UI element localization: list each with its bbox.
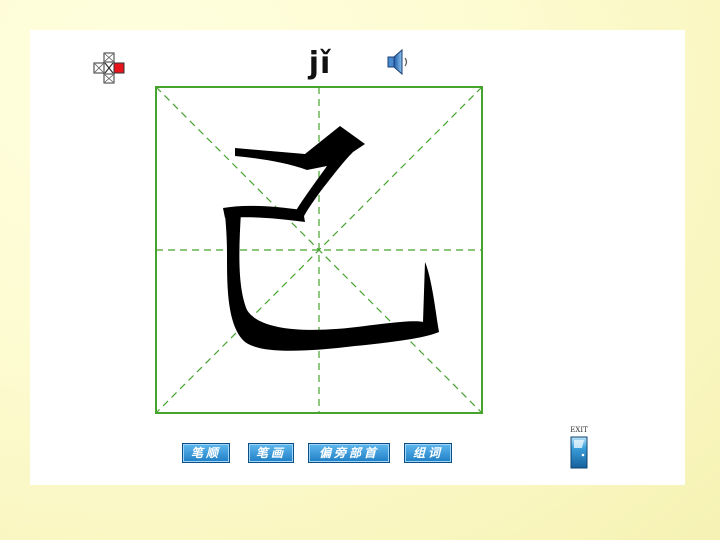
exit-door-icon	[570, 436, 588, 469]
exit-label: EXIT	[570, 426, 588, 434]
navigation-icon[interactable]	[92, 52, 126, 84]
radical-button[interactable]: 偏旁部首	[308, 443, 390, 463]
pinyin-label: jǐ	[308, 46, 332, 81]
character-glyph	[223, 126, 439, 351]
strokes-button[interactable]: 笔画	[248, 443, 294, 463]
character-grid	[155, 86, 483, 414]
word-building-button[interactable]: 组词	[404, 443, 452, 463]
stroke-order-button[interactable]: 笔顺	[182, 443, 230, 463]
exit-button[interactable]: EXIT	[566, 425, 592, 471]
speaker-icon[interactable]	[386, 48, 412, 76]
